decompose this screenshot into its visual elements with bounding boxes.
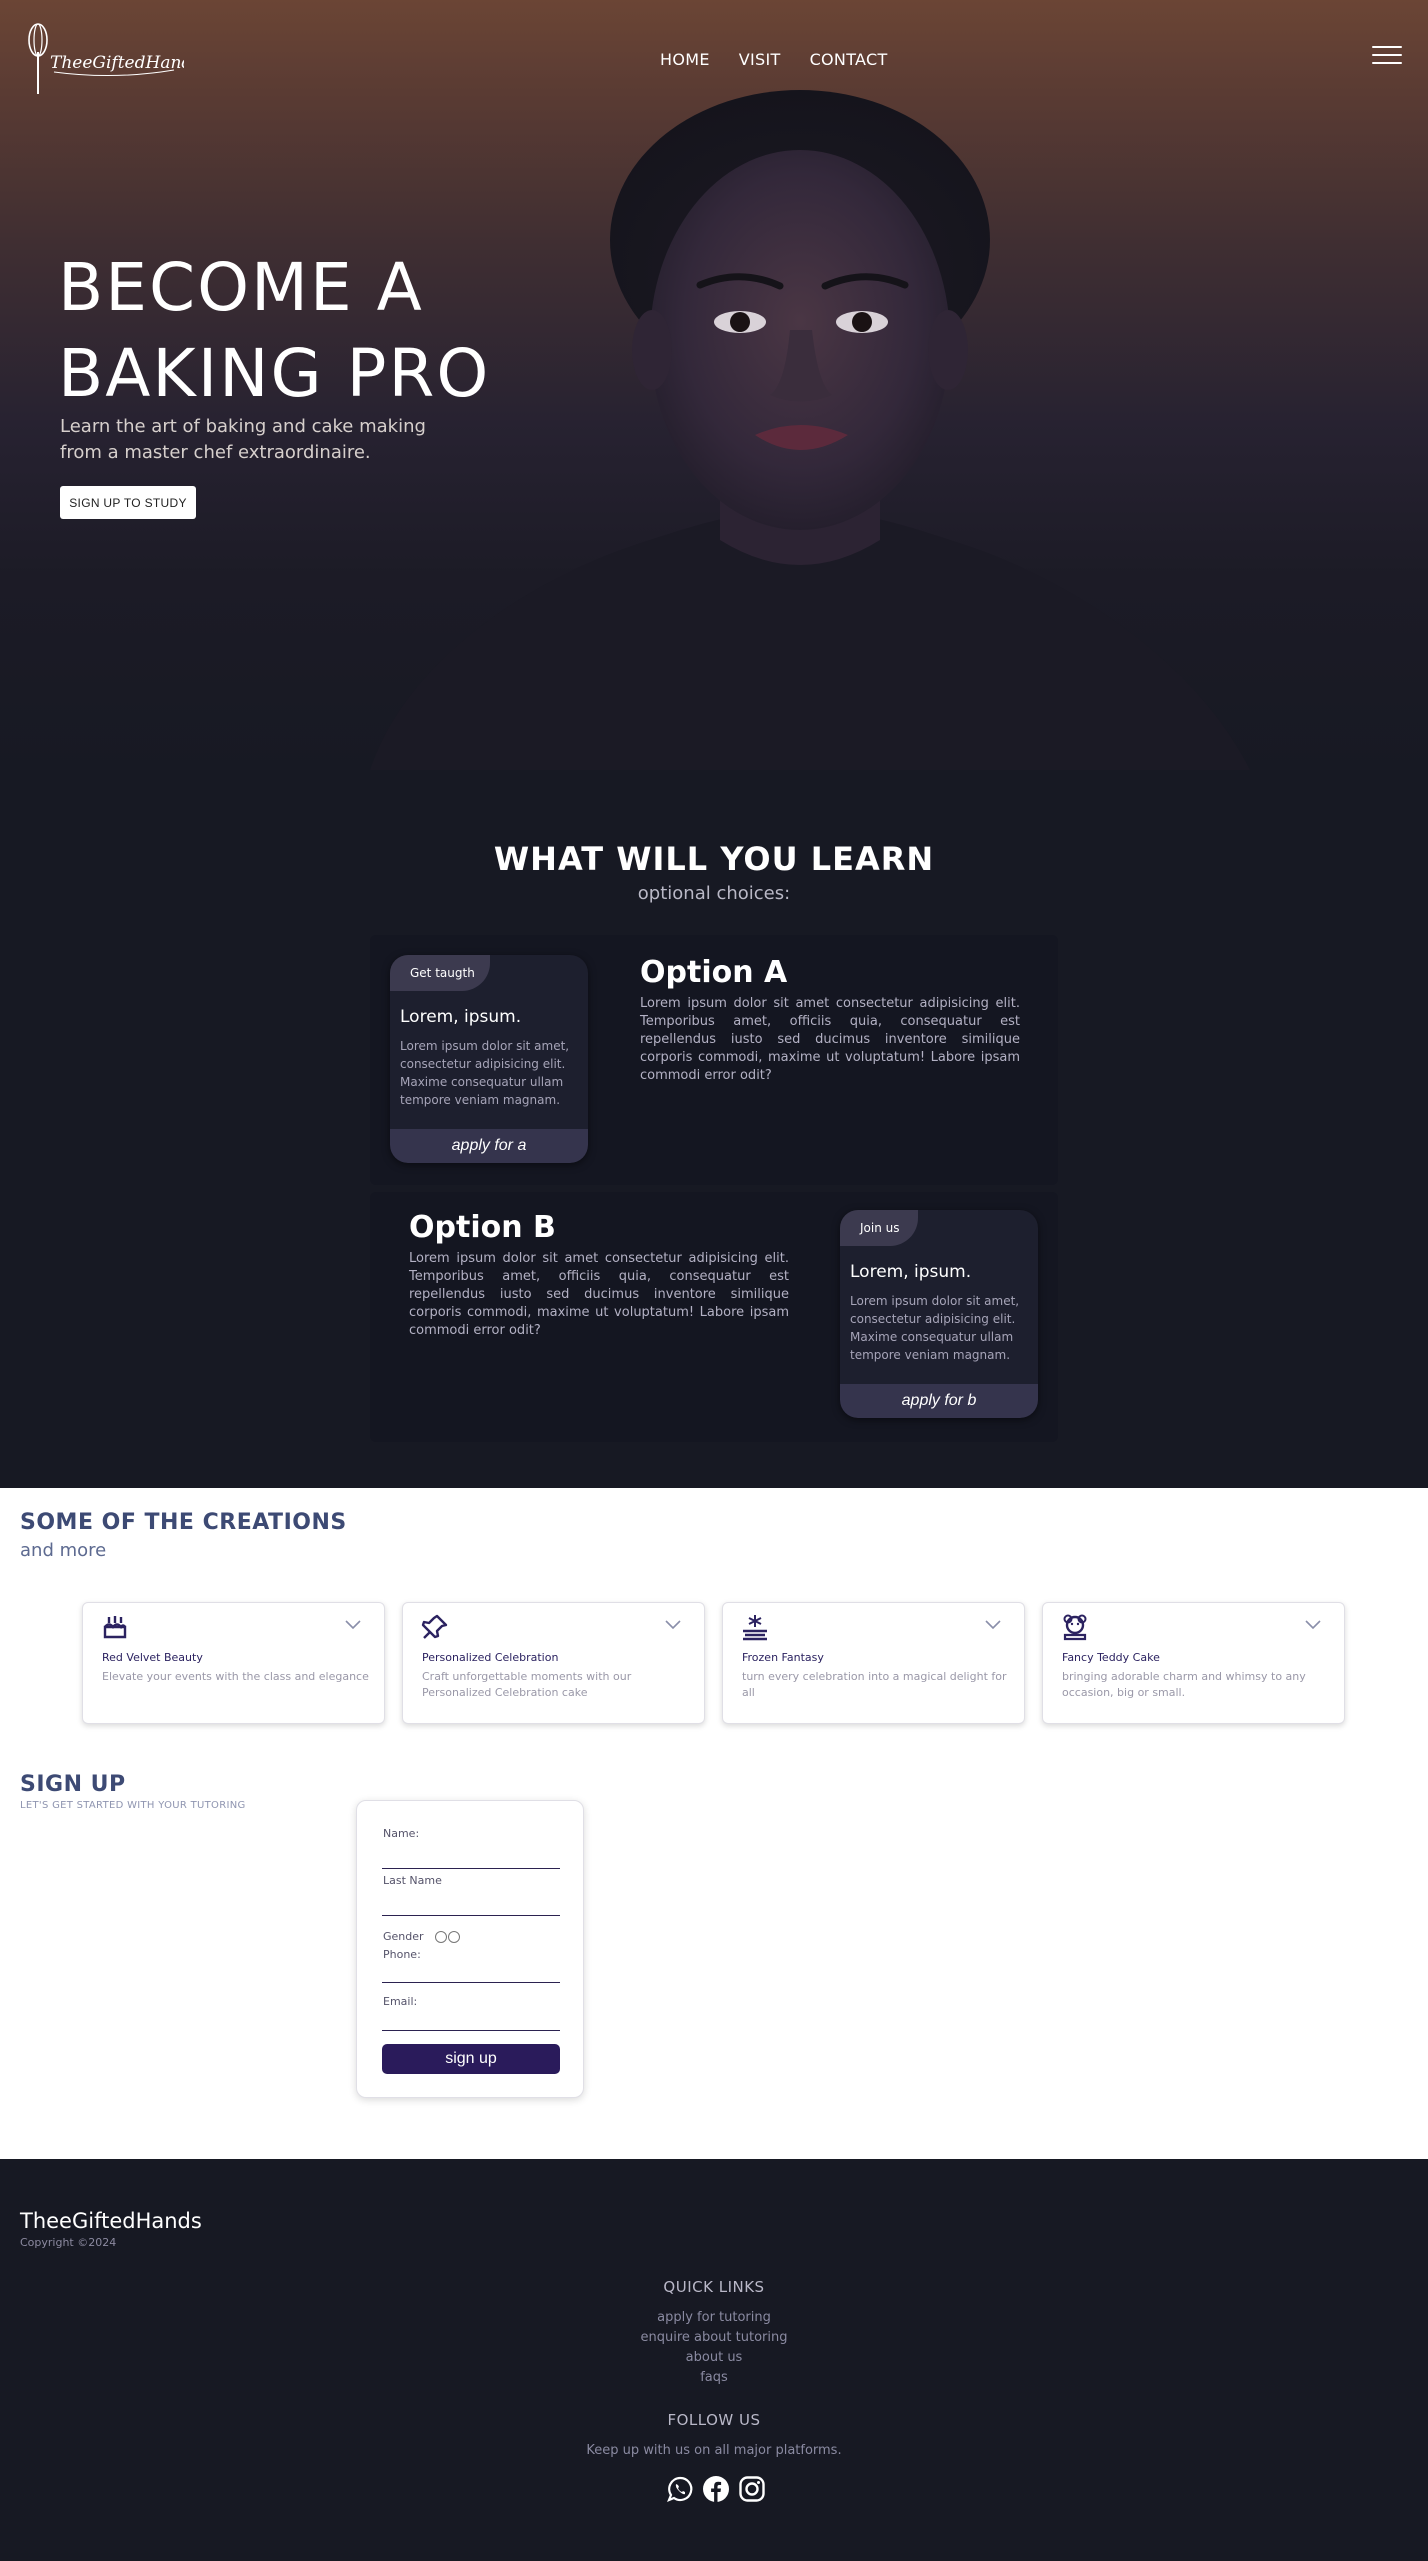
chevron-down-icon[interactable] [664, 1619, 682, 1631]
creation-card-red-velvet[interactable]: Red Velvet Beauty Elevate your events wi… [82, 1602, 385, 1724]
card-text: Lorem ipsum dolor sit amet, consectetur … [850, 1294, 1020, 1362]
follow-text: Keep up with us on all major platforms. [586, 2443, 842, 2458]
snowflake-icon [743, 1615, 767, 1641]
sign-up-button[interactable]: sign up [382, 2044, 560, 2074]
chevron-down-icon[interactable] [984, 1619, 1002, 1631]
cake-icon [103, 1616, 127, 1639]
main-nav: HOME VISIT CONTACT [660, 50, 888, 69]
signup-form: Name: Last Name Gender Phone: Email: sig… [356, 1800, 584, 2098]
option-b-panel: Option B Lorem ipsum dolor sit amet cons… [370, 1192, 1058, 1442]
teddy-icon [1063, 1614, 1087, 1641]
card-tag: Get taugth [390, 955, 490, 991]
email-label: Email: [383, 1995, 418, 2008]
creation-name: Personalized Celebration [422, 1651, 559, 1664]
learn-title: WHAT WILL YOU LEARN [493, 840, 935, 878]
gender-label: Gender [383, 1930, 424, 1943]
signup-section: SIGN UP LET'S GET STARTED WITH YOUR TUTO… [0, 1736, 1428, 2159]
chevron-down-icon[interactable] [1304, 1619, 1322, 1631]
quick-links: QUICK LINKS apply for tutoring enquire a… [0, 2278, 1428, 2388]
creation-card-personalized[interactable]: Personalized Celebration Craft unforgett… [402, 1602, 705, 1724]
facebook-icon[interactable] [702, 2475, 730, 2503]
hero-subtitle: Learn the art of baking and cake making … [60, 416, 426, 463]
phone-label: Phone: [383, 1948, 421, 1961]
creation-card-frozen-fantasy[interactable]: Frozen Fantasy turn every celebration in… [722, 1602, 1025, 1724]
instagram-icon[interactable] [738, 2475, 766, 2503]
option-b-card: Join us Lorem, ipsum. Lorem ipsum dolor … [840, 1210, 1038, 1418]
chef-portrait-image [370, 90, 1250, 770]
quick-links-title: QUICK LINKS [663, 2278, 765, 2296]
card-title: Lorem, ipsum. [850, 1262, 972, 1282]
lastname-field[interactable] [382, 1915, 560, 1916]
creation-name: Fancy Teddy Cake [1062, 1651, 1160, 1664]
chevron-down-icon[interactable] [344, 1619, 362, 1631]
creation-card-teddy-cake[interactable]: Fancy Teddy Cake bringing adorable charm… [1042, 1602, 1345, 1724]
gender-radio-2[interactable] [448, 1931, 460, 1943]
hero-section: TheeGiftedHands HOME VISIT CONTACT BECOM… [0, 0, 1428, 770]
learn-subtitle: optional choices: [637, 883, 791, 904]
link-faqs[interactable]: faqs [0, 2368, 1428, 2388]
phone-field[interactable] [382, 1982, 560, 1983]
link-enquire-tutoring[interactable]: enquire about tutoring [0, 2328, 1428, 2348]
creation-desc: turn every celebration into a magical de… [742, 1670, 1007, 1699]
lastname-label: Last Name [383, 1874, 442, 1887]
option-a-heading: Option A [640, 955, 788, 990]
creations-subtitle: and more [20, 1540, 107, 1561]
option-b-text: Lorem ipsum dolor sit amet consectetur a… [409, 1251, 789, 1338]
creation-desc: Craft unforgettable moments with our Per… [422, 1670, 632, 1699]
creation-desc: Elevate your events with the class and e… [102, 1670, 369, 1683]
creations-title: SOME OF THE CREATIONS [20, 1510, 347, 1535]
hero-title: BECOME A BAKING PRO [58, 245, 618, 417]
option-a-card: Get taugth Lorem, ipsum. Lorem ipsum dol… [390, 955, 588, 1163]
link-apply-tutoring[interactable]: apply for tutoring [0, 2308, 1428, 2328]
apply-for-a-button[interactable]: apply for a [390, 1129, 588, 1163]
social-links [666, 2475, 766, 2503]
follow-title: FOLLOW US [667, 2411, 761, 2429]
nav-contact[interactable]: CONTACT [810, 50, 888, 69]
option-a-panel: Get taugth Lorem, ipsum. Lorem ipsum dol… [370, 935, 1058, 1185]
svg-text:TheeGiftedHands: TheeGiftedHands [50, 53, 184, 73]
card-title: Lorem, ipsum. [400, 1007, 522, 1027]
creation-name: Red Velvet Beauty [102, 1651, 203, 1664]
top-navbar: TheeGiftedHands HOME VISIT CONTACT [0, 0, 1428, 120]
learn-section: WHAT WILL YOU LEARN optional choices: Ge… [0, 770, 1428, 1488]
card-text: Lorem ipsum dolor sit amet, consectetur … [400, 1039, 570, 1107]
pin-icon [421, 1614, 448, 1639]
follow-us: FOLLOW US Keep up with us on all major p… [0, 2411, 1428, 2458]
creation-desc: bringing adorable charm and whimsy to an… [1062, 1670, 1306, 1699]
link-about-us[interactable]: about us [0, 2348, 1428, 2368]
brand-logo[interactable]: TheeGiftedHands [24, 22, 184, 98]
footer: TheeGiftedHands Copyright ©2024 QUICK LI… [0, 2159, 1428, 2561]
creation-name: Frozen Fantasy [742, 1651, 824, 1664]
card-tag: Join us [840, 1210, 918, 1246]
whatsapp-icon[interactable] [666, 2475, 694, 2503]
sign-up-to-study-button[interactable]: SIGN UP TO STUDY [60, 486, 196, 519]
option-b-heading: Option B [409, 1210, 556, 1245]
creations-section: SOME OF THE CREATIONS and more Red Velve… [0, 1488, 1428, 1736]
nav-home[interactable]: HOME [660, 50, 710, 69]
name-label: Name: [383, 1827, 420, 1840]
footer-brand: TheeGiftedHands [20, 2209, 202, 2233]
signup-title: SIGN UP [20, 1772, 126, 1797]
option-a-text: Lorem ipsum dolor sit amet consectetur a… [640, 996, 1020, 1083]
apply-for-b-button[interactable]: apply for b [840, 1384, 1038, 1418]
hamburger-menu-icon[interactable] [1372, 46, 1402, 68]
email-field[interactable] [382, 2030, 560, 2031]
gender-radio-1[interactable] [435, 1931, 447, 1943]
signup-subtitle: LET'S GET STARTED WITH YOUR TUTORING [20, 1800, 246, 1811]
footer-copyright: Copyright ©2024 [20, 2236, 117, 2249]
hero-title-line2: BAKING PRO [58, 335, 491, 412]
hero-title-line1: BECOME A [58, 249, 424, 326]
name-field[interactable] [382, 1868, 560, 1869]
nav-visit[interactable]: VISIT [739, 50, 781, 69]
